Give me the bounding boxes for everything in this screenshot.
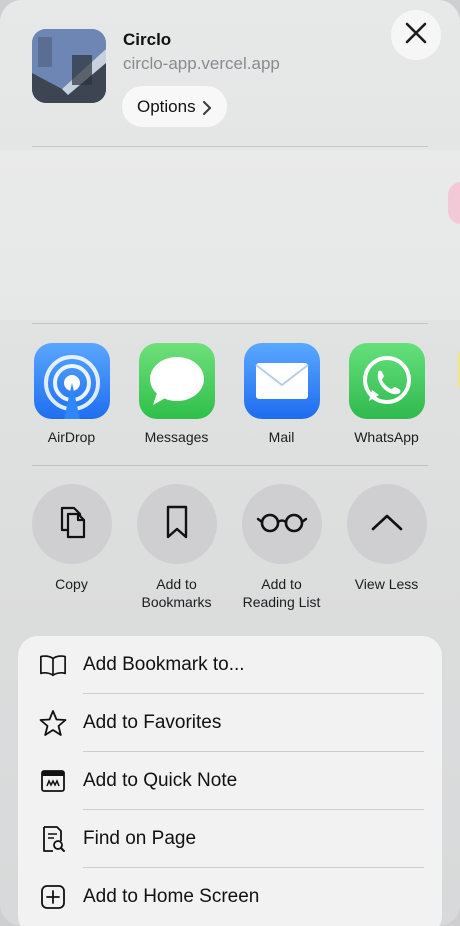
action-label: Copy: [55, 576, 88, 592]
share-sheet: Circlo circlo-app.vercel.app Options Air…: [0, 0, 460, 926]
divider: [32, 323, 428, 324]
action-label: Add to Reading List: [242, 576, 321, 610]
book-icon: [39, 651, 67, 679]
bookmarks-button-circle[interactable]: [136, 484, 217, 564]
app-messages[interactable]: Messages: [124, 343, 229, 445]
close-icon: [404, 21, 428, 50]
action-view-less[interactable]: View Less: [334, 484, 439, 593]
background-blur: [0, 150, 460, 320]
options-button[interactable]: Options: [122, 86, 227, 127]
copy-icon: [56, 504, 88, 545]
divider: [32, 465, 428, 466]
list-item-label: Add to Favorites: [83, 712, 222, 733]
glasses-icon: [256, 511, 308, 538]
view-less-button-circle[interactable]: [346, 484, 427, 564]
list-item-add-to-favorites[interactable]: Add to Favorites: [18, 694, 442, 752]
quick-note-icon: [39, 767, 67, 795]
site-url: circlo-app.vercel.app: [123, 54, 280, 73]
list-item-add-to-home-screen[interactable]: Add to Home Screen: [18, 868, 442, 926]
action-copy[interactable]: Copy: [19, 484, 124, 593]
edge-app-peek: [448, 182, 460, 224]
options-label: Options: [137, 96, 196, 116]
app-whatsapp[interactable]: WhatsApp: [334, 343, 439, 445]
app-label: WhatsApp: [354, 429, 419, 445]
star-icon: [39, 709, 67, 737]
messages-icon: [138, 343, 215, 419]
whatsapp-icon: [348, 343, 425, 419]
actions-list: Add Bookmark to... Add to Favorites Add …: [18, 636, 442, 926]
divider: [32, 146, 428, 147]
site-title: Circlo: [123, 30, 172, 49]
chevron-up-icon: [371, 513, 403, 536]
find-on-page-icon: [39, 825, 67, 853]
list-item-label: Add Bookmark to...: [83, 654, 245, 675]
app-label: AirDrop: [47, 429, 96, 445]
close-button[interactable]: [391, 10, 441, 60]
list-item-add-to-quick-note[interactable]: Add to Quick Note: [18, 752, 442, 810]
reading-list-button-circle[interactable]: [241, 484, 322, 564]
airdrop-icon: [33, 343, 110, 419]
app-airdrop[interactable]: AirDrop: [19, 343, 124, 445]
app-mail[interactable]: Mail: [229, 343, 334, 445]
action-label: View Less: [354, 576, 419, 592]
list-item-label: Add to Home Screen: [83, 886, 260, 907]
app-label: Messages: [144, 429, 209, 445]
list-item-add-bookmark-to[interactable]: Add Bookmark to...: [18, 636, 442, 694]
site-thumbnail: [32, 29, 106, 103]
action-label: Add to Bookmarks: [141, 576, 212, 610]
list-item-label: Find on Page: [83, 828, 197, 849]
action-add-to-reading-list[interactable]: Add to Reading List: [229, 484, 334, 611]
list-item-find-on-page[interactable]: Find on Page: [18, 810, 442, 868]
copy-button-circle[interactable]: [31, 484, 112, 564]
mail-icon: [243, 343, 320, 419]
chevron-right-icon: [202, 100, 212, 115]
app-label: Mail: [268, 429, 295, 445]
action-add-to-bookmarks[interactable]: Add to Bookmarks: [124, 484, 229, 611]
list-item-label: Add to Quick Note: [83, 770, 238, 791]
bookmark-icon: [165, 505, 189, 544]
add-square-icon: [39, 883, 67, 911]
